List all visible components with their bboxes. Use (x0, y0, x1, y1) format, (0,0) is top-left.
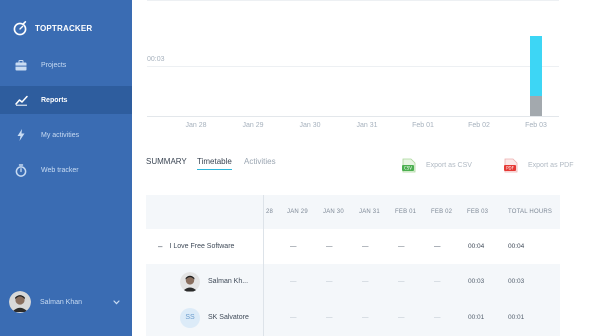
x-tick-label: Feb 03 (525, 122, 547, 129)
sidebar-item-web-tracker[interactable]: Web tracker (0, 156, 132, 184)
svg-text:PDF: PDF (506, 165, 514, 170)
chart-baseline (147, 116, 559, 117)
member-name: SK Salvatore (208, 314, 249, 321)
day-cell: — (434, 278, 441, 285)
day-cell: — (362, 243, 369, 250)
sidebar: TOPTRACKER Projects Reports My activitie… (0, 0, 132, 336)
x-tick-label: Jan 31 (356, 122, 378, 129)
project-name-cell[interactable]: – I Love Free Software (158, 229, 234, 264)
export-pdf-label: Export as PDF (528, 161, 574, 169)
app-name: TOPTRACKER (35, 23, 93, 33)
sidebar-item-label: My activities (41, 131, 80, 139)
app-logo[interactable]: TOPTRACKER (12, 19, 92, 37)
x-tick-label: Feb 02 (468, 122, 490, 129)
column-header: JAN 31 (359, 209, 380, 215)
briefcase-icon (14, 58, 28, 72)
column-header: FEB 03 (467, 209, 489, 215)
sidebar-item-label: Web tracker (41, 166, 79, 174)
x-tick-label: Jan 28 (185, 122, 207, 129)
member-name-cell[interactable]: Salman Kh... (180, 264, 248, 299)
column-header: FEB 01 (395, 209, 417, 215)
chart-gridline (147, 66, 559, 67)
tab-activities[interactable]: Activities (244, 157, 276, 166)
chart-line-icon (14, 93, 28, 107)
tab-summary[interactable]: SUMMARY (146, 157, 187, 166)
day-cell: — (434, 314, 441, 321)
user-name: Salman Khan (40, 298, 83, 306)
column-header: JAN 29 (287, 209, 308, 215)
day-cell: — (290, 314, 297, 321)
table-row[interactable]: – I Love Free Software — — — — — 00:04 0… (146, 229, 560, 264)
avatar (9, 291, 31, 313)
project-name: I Love Free Software (169, 243, 235, 250)
x-tick-label: Jan 30 (299, 122, 321, 129)
x-tick-label: Feb 01 (412, 122, 434, 129)
column-header: JAN 30 (323, 209, 344, 215)
total-cell: 00:04 (508, 243, 525, 250)
day-cell: — (362, 278, 369, 285)
chart-bar-segment[interactable] (530, 96, 542, 116)
sidebar-item-label: Projects (41, 61, 67, 69)
chevron-down-icon (113, 299, 120, 305)
user-menu[interactable]: Salman Khan (0, 289, 132, 315)
day-cell: 00:04 (468, 243, 485, 250)
chart-bar-segment[interactable] (530, 36, 542, 96)
day-cell: — (398, 278, 405, 285)
y-tick-label: 00:03 (147, 56, 165, 63)
pdf-file-icon: PDF (504, 158, 518, 172)
column-header: TOTAL HOURS (508, 209, 553, 215)
table-row[interactable]: Salman Kh... — — — — — 00:03 00:03 (146, 264, 560, 299)
day-cell: — (398, 314, 405, 321)
total-cell: 00:03 (508, 278, 525, 285)
timetable: 28 JAN 29 JAN 30 JAN 31 FEB 01 FEB 02 FE… (146, 195, 560, 336)
member-name-cell[interactable]: SS SK Salvatore (180, 299, 249, 336)
stopwatch-icon (14, 163, 28, 177)
tab-timetable[interactable]: Timetable (197, 157, 232, 170)
sticky-column-divider (263, 195, 264, 336)
x-tick-label: Jan 29 (242, 122, 264, 129)
table-header-row: 28 JAN 29 JAN 30 JAN 31 FEB 01 FEB 02 FE… (146, 195, 560, 229)
day-cell: — (326, 243, 333, 250)
sidebar-item-label: Reports (41, 96, 68, 104)
export-csv-button[interactable]: CSV Export as CSV (402, 157, 472, 173)
collapse-toggle[interactable]: – (158, 242, 162, 251)
csv-file-icon: CSV (402, 158, 416, 172)
total-cell: 00:01 (508, 314, 525, 321)
day-cell: — (398, 243, 405, 250)
day-cell: — (290, 278, 297, 285)
lightning-icon (14, 128, 28, 142)
sidebar-item-my-activities[interactable]: My activities (0, 121, 132, 149)
avatar-initials: SS (180, 307, 200, 328)
sidebar-item-projects[interactable]: Projects (0, 51, 132, 79)
day-cell-feb02: — (434, 243, 441, 250)
table-row[interactable]: SS SK Salvatore — — — — — 00:01 00:01 (146, 299, 560, 336)
sidebar-item-reports[interactable]: Reports (0, 86, 132, 114)
export-csv-label: Export as CSV (426, 161, 472, 169)
day-cell: — (362, 314, 369, 321)
avatar (180, 271, 200, 292)
member-name: Salman Kh... (208, 278, 249, 285)
column-header: 28 (266, 209, 274, 215)
chart-gridline (147, 0, 559, 1)
column-header: FEB 02 (431, 209, 453, 215)
stopwatch-logo-icon (13, 20, 27, 36)
export-pdf-button[interactable]: PDF Export as PDF (504, 157, 574, 173)
day-cell: 00:01 (468, 314, 485, 321)
day-cell: — (290, 243, 297, 250)
day-cell: — (326, 278, 333, 285)
day-cell: — (326, 314, 333, 321)
day-cell: 00:03 (468, 278, 485, 285)
svg-text:CSV: CSV (404, 165, 412, 170)
